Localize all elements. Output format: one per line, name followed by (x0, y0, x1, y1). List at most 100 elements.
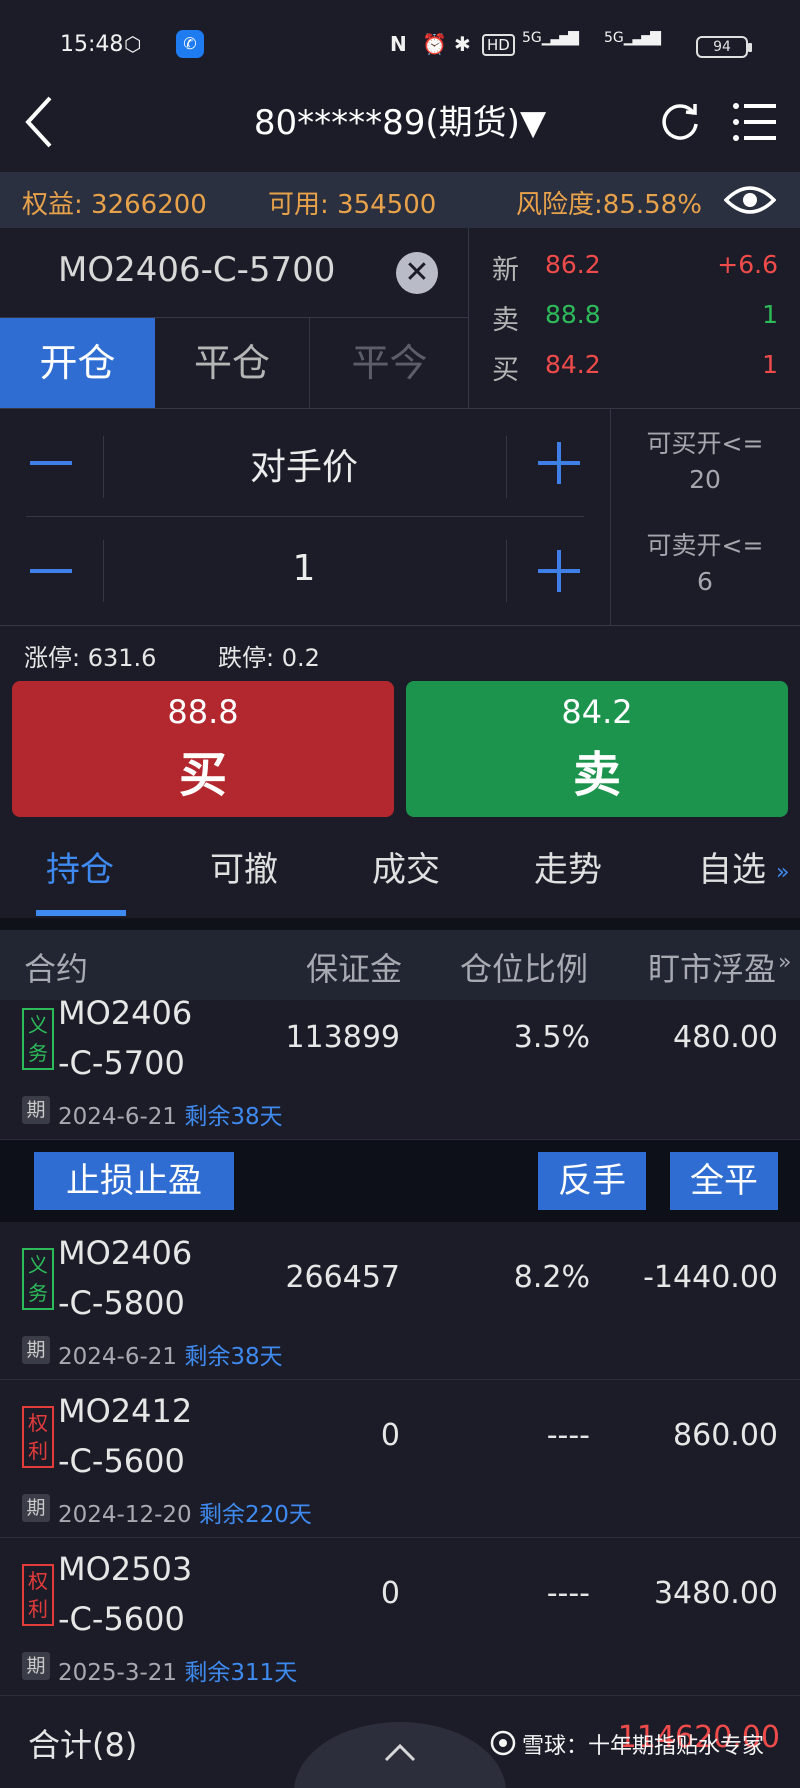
bluetooth-icon: ✱ (454, 32, 471, 56)
pnl-cell: -1440.00 (643, 1260, 778, 1295)
contract-code-line2: -C-5700 (58, 1044, 185, 1082)
contract-code-line1: MO2412 (58, 1392, 193, 1430)
price-type-selector[interactable]: 对手价 (104, 438, 504, 490)
contract-code-line1: MO2406 (58, 994, 193, 1032)
expiry-date: 2024-6-21 (58, 1344, 178, 1370)
quantity-input[interactable]: 1 (104, 548, 504, 589)
futures-tag: 期 (22, 1096, 50, 1124)
battery-icon: 94 (696, 36, 752, 58)
limit-up: 涨停: 631.6 (24, 644, 157, 672)
divider (0, 625, 800, 626)
contract-code-line1: MO2503 (58, 1550, 193, 1588)
expiry-date: 2025-3-21 (58, 1660, 178, 1686)
close-all-button[interactable]: 全平 (670, 1152, 778, 1210)
quantity-minus-button[interactable] (30, 569, 72, 573)
tag-char: 务 (28, 1041, 48, 1065)
menu-icon[interactable] (732, 100, 778, 144)
double-chevron-right-icon[interactable]: » (776, 860, 789, 885)
pnl-cell: 480.00 (673, 1020, 778, 1055)
tab-open-position[interactable]: 开仓 (0, 318, 155, 408)
risk: 风险度:85.58% (516, 190, 702, 220)
ratio-cell: 3.5% (513, 1020, 590, 1055)
contract-code[interactable]: MO2406-C-5700 (58, 250, 335, 290)
tab-close-position[interactable]: 平仓 (155, 318, 310, 408)
buy-button[interactable]: 88.8 买 (12, 681, 394, 817)
column-floating-pnl: 盯市浮盈 (648, 950, 777, 988)
contract-code-line2: -C-5600 (58, 1600, 185, 1638)
nfc-icon: N (390, 32, 407, 56)
limit-up-label: 涨停 (24, 644, 72, 672)
equity-value: 3266200 (91, 190, 207, 220)
margin-cell: 0 (380, 1418, 400, 1453)
tag-char: 利 (28, 1597, 48, 1621)
tag-char: 务 (28, 1281, 48, 1305)
active-tab-indicator (36, 910, 126, 916)
margin-cell: 113899 (285, 1020, 400, 1055)
eye-icon[interactable] (723, 180, 777, 220)
last-price: 86.2 (545, 250, 601, 279)
max-buy-open-label: 可买开<= (646, 429, 764, 458)
divider (0, 918, 800, 930)
signal-5g-icon: 5G▁▃▅▇ (604, 30, 661, 46)
limit-down-value: 0.2 (281, 644, 320, 672)
alarm-icon: ⏰ (422, 32, 447, 56)
max-sell-open-value: 6 (697, 567, 713, 596)
limit-down: 跌停: 0.2 (218, 644, 320, 672)
futures-tag: 期 (22, 1494, 50, 1522)
contract-code-line1: MO2406 (58, 1234, 193, 1272)
clear-contract-button[interactable]: ✕ (396, 252, 438, 294)
xueqiu-logo-icon (490, 1730, 516, 1756)
divider (0, 408, 800, 409)
sell-label: 卖 (572, 747, 621, 803)
divider (506, 540, 507, 602)
last-change: +6.6 (717, 250, 778, 279)
last-label: 新 (492, 255, 519, 286)
tab-positions[interactable]: 持仓 (46, 842, 114, 891)
bid-label: 买 (492, 355, 519, 386)
days-remaining: 剩余38天 (184, 1104, 283, 1130)
risk-label: 风险度 (516, 190, 595, 220)
equity: 权益: 3266200 (22, 190, 207, 220)
available-value: 354500 (337, 190, 437, 220)
tag-char: 义 (28, 1253, 48, 1277)
column-contract: 合约 (24, 950, 89, 988)
total-label: 合计(8) (28, 1726, 138, 1764)
expiry-line: 2024-12-20 剩余220天 (58, 1495, 312, 1529)
refresh-icon[interactable] (658, 100, 702, 144)
hd-icon: HD (482, 34, 515, 56)
risk-value: 85.58% (602, 190, 702, 220)
divider (506, 436, 507, 498)
chevron-up-icon[interactable] (384, 1742, 416, 1762)
days-remaining: 剩余38天 (184, 1344, 283, 1370)
price-plus-button[interactable] (557, 442, 561, 484)
tab-trend[interactable]: 走势 (534, 842, 602, 891)
tab-cancellable[interactable]: 可撤 (210, 842, 278, 891)
watermark-text: 雪球：十年期指贴水专家 (522, 1734, 765, 1759)
sell-button[interactable]: 84.2 卖 (406, 681, 788, 817)
obligation-tag: 义务 (22, 1008, 54, 1070)
ask-volume: 1 (762, 300, 778, 329)
limit-down-label: 跌停 (218, 644, 266, 672)
price-minus-button[interactable] (30, 461, 72, 465)
network-type-label: 5G (604, 30, 624, 46)
tag-char: 利 (28, 1439, 48, 1463)
network-type-label: 5G (522, 30, 542, 46)
ratio-cell: ---- (546, 1418, 590, 1453)
account-selector[interactable]: 80*****89(期货)▼ (200, 95, 600, 144)
phone-app-icon: ✆ (176, 30, 204, 58)
tag-char: 义 (28, 1013, 48, 1037)
obligation-tag: 义务 (22, 1248, 54, 1310)
bid-price: 84.2 (545, 350, 601, 379)
back-icon[interactable] (20, 92, 64, 152)
tag-char: 权 (28, 1569, 48, 1593)
futures-tag: 期 (22, 1652, 50, 1680)
tab-trades[interactable]: 成交 (372, 842, 440, 891)
double-chevron-right-icon[interactable]: » (778, 950, 791, 975)
right-tag: 权利 (22, 1564, 54, 1626)
quantity-plus-button[interactable] (557, 550, 561, 592)
tab-close-today[interactable]: 平今 (311, 318, 468, 408)
reverse-button[interactable]: 反手 (538, 1152, 646, 1210)
tab-watchlist[interactable]: 自选 (698, 842, 766, 891)
stop-loss-take-profit-button[interactable]: 止损止盈 (34, 1152, 234, 1210)
contract-code-line2: -C-5600 (58, 1442, 185, 1480)
